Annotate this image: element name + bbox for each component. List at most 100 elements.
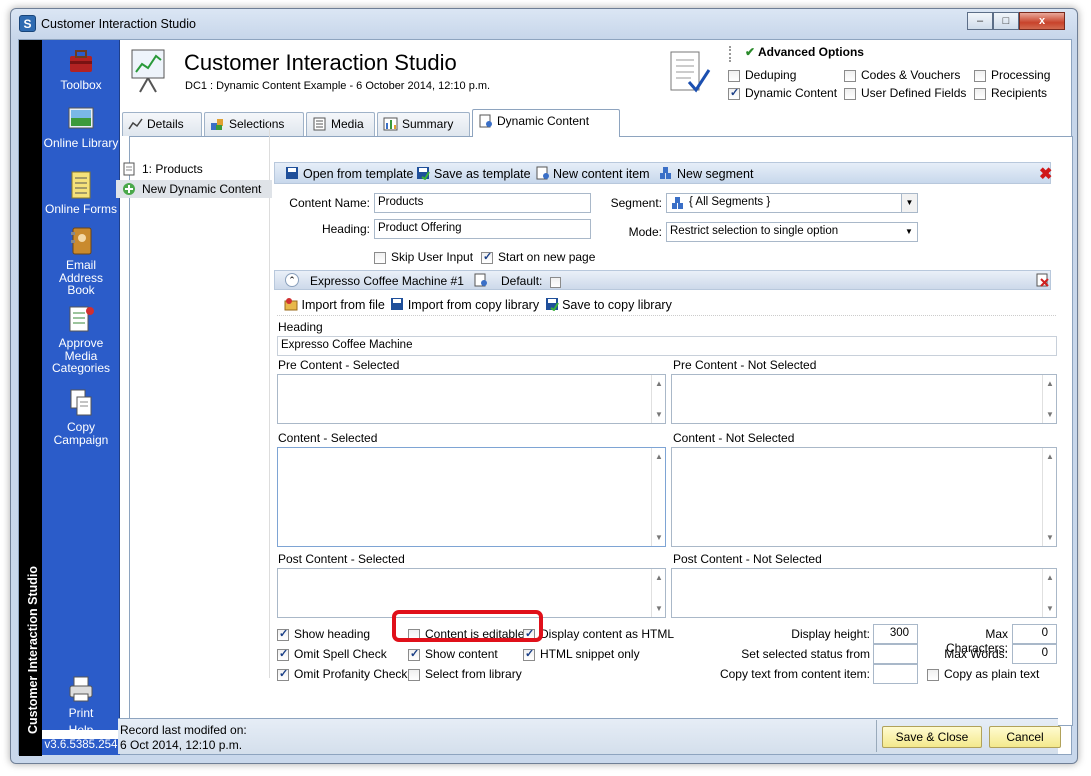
checkbox[interactable] — [277, 667, 289, 681]
scrollbar[interactable]: ▲ ▼ — [1042, 569, 1056, 617]
sidebar-item-toolbox[interactable]: Toolbox — [42, 46, 120, 92]
content-not-selected-textarea[interactable]: ▲ ▼ — [671, 447, 1057, 547]
save-template-button[interactable]: Save as template — [416, 166, 531, 181]
sidebar-item-email-address-book[interactable]: Email Address Book — [42, 226, 120, 297]
import-copy-library-button[interactable]: Import from copy library — [390, 298, 539, 312]
scrollbar[interactable]: ▲ ▼ — [1042, 448, 1056, 546]
html-snippet-checkbox[interactable]: HTML snippet only — [523, 647, 640, 661]
tab-summary[interactable]: Summary — [377, 112, 470, 136]
copy-plain-text-checkbox[interactable]: Copy as plain text — [927, 667, 1039, 681]
heading-input[interactable]: Product Offering — [374, 219, 591, 239]
checkbox[interactable] — [408, 668, 420, 681]
new-content-item-button[interactable]: New content item — [535, 166, 650, 181]
content-selected-textarea[interactable]: ▲ ▼ — [277, 447, 666, 547]
checkbox[interactable] — [974, 69, 986, 82]
checkbox[interactable] — [277, 627, 289, 641]
scroll-down-icon[interactable]: ▼ — [1046, 604, 1054, 613]
version-label: v3.6.5385.254 — [42, 739, 120, 755]
show-content-checkbox[interactable]: Show content — [408, 647, 498, 661]
edit-item-icon[interactable] — [473, 273, 487, 287]
save-copy-library-button[interactable]: Save to copy library — [545, 298, 672, 312]
chevron-down-icon[interactable]: ▼ — [901, 194, 917, 212]
save-close-button[interactable]: Save & Close — [882, 726, 982, 748]
checkbox[interactable] — [408, 647, 420, 661]
collapse-icon[interactable]: ⌃ — [285, 273, 299, 287]
cancel-button[interactable]: Cancel — [989, 726, 1061, 748]
pre-selected-textarea[interactable]: ▲ ▼ — [277, 374, 666, 424]
option-label: Processing — [991, 68, 1051, 82]
checkbox[interactable] — [927, 668, 939, 681]
scroll-down-icon[interactable]: ▼ — [655, 533, 663, 542]
default-checkbox[interactable] — [550, 277, 561, 289]
omit-profanity-check-checkbox[interactable]: Omit Profanity Check — [277, 667, 407, 681]
sidebar-item-approve-media[interactable]: Approve Media Categories — [42, 304, 120, 375]
skip-user-input-checkbox[interactable]: Skip User Input — [374, 250, 473, 264]
tree-item-new-dynamic-content[interactable]: New Dynamic Content — [116, 180, 272, 198]
sidebar-item-print[interactable]: Print — [42, 674, 120, 720]
checkbox-label: Display content as HTML — [540, 627, 675, 641]
start-new-page-checkbox[interactable]: Start on new page — [481, 250, 595, 264]
maximize-button[interactable]: □ — [993, 12, 1019, 30]
segment-select[interactable]: { All Segments } ▼ — [666, 193, 918, 213]
scroll-up-icon[interactable]: ▲ — [655, 573, 663, 582]
scrollbar[interactable]: ▲ ▼ — [651, 569, 665, 617]
sidebar-item-online-forms[interactable]: Online Forms — [42, 170, 120, 216]
checkbox[interactable] — [728, 69, 740, 82]
option-dynamic-content[interactable]: Dynamic Content — [728, 86, 837, 100]
scroll-down-icon[interactable]: ▼ — [1046, 533, 1054, 542]
scroll-up-icon[interactable]: ▲ — [1046, 573, 1054, 582]
pre-not-selected-textarea[interactable]: ▲ ▼ — [671, 374, 1057, 424]
max-characters-input[interactable]: 0 — [1012, 624, 1057, 644]
delete-icon[interactable]: ✖ — [1039, 164, 1052, 184]
tab-dynamic-content[interactable]: Dynamic Content — [472, 109, 620, 137]
scrollbar[interactable]: ▲ ▼ — [651, 448, 665, 546]
select-from-library-checkbox[interactable]: Select from library — [408, 667, 522, 681]
omit-spell-check-checkbox[interactable]: Omit Spell Check — [277, 647, 387, 661]
minimize-button[interactable]: – — [967, 12, 993, 30]
remove-item-icon[interactable] — [1035, 273, 1049, 287]
show-heading-checkbox[interactable]: Show heading — [277, 627, 370, 641]
checkbox[interactable] — [277, 647, 289, 661]
sidebar-item-copy-campaign[interactable]: Copy Campaign — [42, 388, 120, 446]
scroll-down-icon[interactable]: ▼ — [655, 410, 663, 419]
close-button[interactable]: x — [1019, 12, 1065, 30]
copy-text-input[interactable] — [873, 664, 918, 684]
display-html-checkbox[interactable]: Display content as HTML — [523, 627, 674, 641]
content-name-input[interactable]: Products — [374, 193, 591, 213]
set-status-input[interactable] — [873, 644, 918, 664]
option-recipients[interactable]: Recipients — [974, 86, 1047, 100]
checkbox[interactable] — [481, 250, 493, 264]
tree-item-products[interactable]: 1: Products — [116, 160, 266, 178]
checkbox[interactable] — [974, 87, 986, 100]
display-height-input[interactable]: 300 — [873, 624, 918, 644]
option-processing[interactable]: Processing — [974, 68, 1050, 82]
max-words-input[interactable]: 0 — [1012, 644, 1057, 664]
sidebar-item-online-library[interactable]: Online Library — [42, 104, 120, 150]
import-file-button[interactable]: Import from file — [284, 298, 385, 312]
scrollbar[interactable]: ▲ ▼ — [1042, 375, 1056, 423]
post-not-selected-textarea[interactable]: ▲ ▼ — [671, 568, 1057, 618]
scroll-up-icon[interactable]: ▲ — [655, 379, 663, 388]
option-deduping[interactable]: Deduping — [728, 68, 796, 82]
button-label: Import from copy library — [407, 298, 540, 312]
option-codes-vouchers[interactable]: Codes & Vouchers — [844, 68, 960, 82]
checkbox[interactable] — [523, 647, 535, 661]
scroll-up-icon[interactable]: ▲ — [655, 452, 663, 461]
checkbox[interactable] — [844, 69, 856, 82]
checkbox[interactable] — [374, 251, 386, 264]
scroll-down-icon[interactable]: ▼ — [1046, 410, 1054, 419]
item-heading-input[interactable]: Expresso Coffee Machine — [277, 336, 1057, 356]
tab-media[interactable]: Media — [306, 112, 375, 136]
mode-select[interactable]: Restrict selection to single option ▼ — [666, 222, 918, 242]
checkbox[interactable] — [728, 86, 740, 100]
open-template-button[interactable]: Open from template — [285, 166, 413, 181]
sidebar-item-help[interactable]: Help — [42, 724, 120, 737]
scroll-down-icon[interactable]: ▼ — [655, 604, 663, 613]
scrollbar[interactable]: ▲ ▼ — [651, 375, 665, 423]
checkbox[interactable] — [844, 87, 856, 100]
scroll-up-icon[interactable]: ▲ — [1046, 379, 1054, 388]
scroll-up-icon[interactable]: ▲ — [1046, 452, 1054, 461]
new-segment-button[interactable]: New segment — [659, 166, 753, 181]
option-user-defined-fields[interactable]: User Defined Fields — [844, 86, 966, 100]
chevron-down-icon[interactable]: ▼ — [901, 223, 917, 241]
